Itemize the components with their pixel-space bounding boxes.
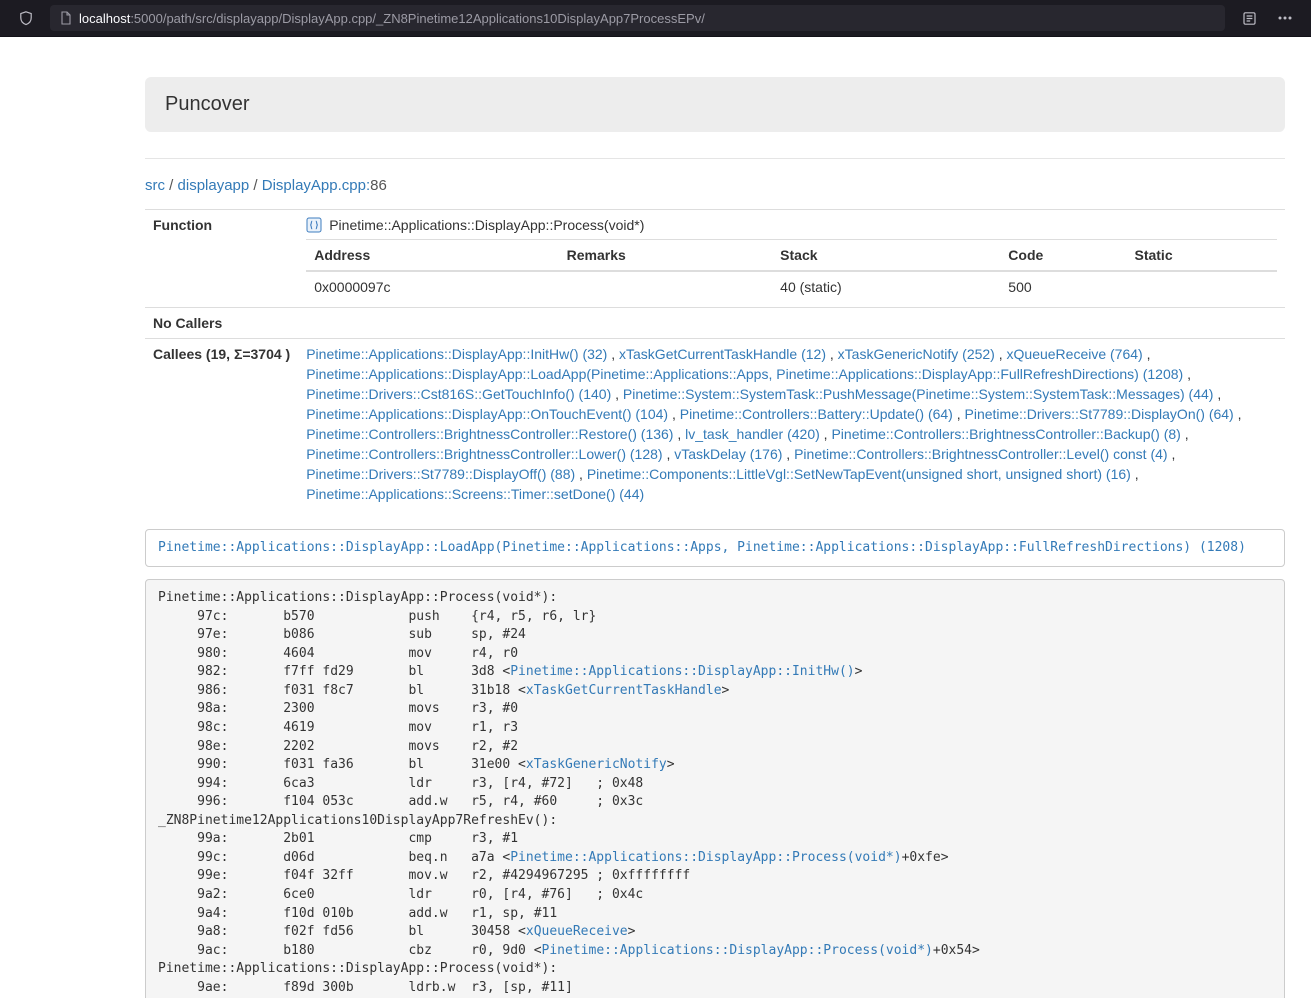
- symbol-link[interactable]: xQueueReceive: [526, 924, 628, 939]
- callee-link[interactable]: Pinetime::Applications::DisplayApp::OnTo…: [306, 406, 668, 422]
- reader-mode-icon[interactable]: [1237, 6, 1261, 30]
- callee-link[interactable]: Pinetime::Controllers::BrightnessControl…: [794, 446, 1167, 462]
- function-cell: Pinetime::Applications::DisplayApp::Proc…: [298, 210, 1285, 308]
- highlight-box: Pinetime::Applications::DisplayApp::Load…: [145, 529, 1285, 567]
- symbol-table: Function Pinetime::Applications::Display…: [145, 209, 1285, 509]
- function-name-line: Pinetime::Applications::DisplayApp::Proc…: [306, 215, 1277, 235]
- stats-value-row: 0x0000097c 40 (static)500: [306, 271, 1277, 302]
- stats-header-row: AddressRemarksStackCodeStatic: [306, 240, 1277, 272]
- callees-row: Callees (19, Σ=3704 ) Pinetime::Applicat…: [145, 339, 1285, 510]
- callee-link[interactable]: xTaskGetCurrentTaskHandle (12): [619, 346, 826, 362]
- callee-link[interactable]: Pinetime::Drivers::St7789::DisplayOn() (…: [965, 406, 1234, 422]
- no-callers-row: No Callers: [145, 308, 1285, 339]
- breadcrumb-link[interactable]: displayapp: [178, 177, 250, 194]
- app-header: Puncover: [145, 77, 1285, 132]
- callee-link[interactable]: xQueueReceive (764): [1007, 346, 1143, 362]
- function-icon: [306, 217, 322, 233]
- breadcrumb-link[interactable]: DisplayApp.cpp:: [262, 177, 370, 194]
- callee-link[interactable]: Pinetime::System::SystemTask::PushMessag…: [623, 386, 1214, 402]
- callee-link[interactable]: Pinetime::Controllers::BrightnessControl…: [831, 426, 1180, 442]
- no-callers-cell: [298, 308, 1285, 339]
- stats-header: Code: [1000, 240, 1126, 272]
- symbol-link[interactable]: Pinetime::Applications::DisplayApp::Init…: [510, 664, 854, 679]
- stats-value: [559, 271, 773, 302]
- url-text: localhost:5000/path/src/displayapp/Displ…: [79, 11, 705, 26]
- highlight-link[interactable]: Pinetime::Applications::DisplayApp::Load…: [158, 540, 1246, 555]
- url-bar[interactable]: localhost:5000/path/src/displayapp/Displ…: [50, 5, 1225, 31]
- callee-link[interactable]: Pinetime::Drivers::St7789::DisplayOff() …: [306, 466, 575, 482]
- stats-header: Remarks: [559, 240, 773, 272]
- page-title: Puncover: [165, 93, 250, 115]
- url-host: localhost: [79, 11, 130, 26]
- callee-link[interactable]: Pinetime::Components::LittleVgl::SetNewT…: [587, 466, 1131, 482]
- callee-link[interactable]: lv_task_handler (420): [685, 426, 820, 442]
- callee-link[interactable]: Pinetime::Applications::DisplayApp::Load…: [306, 366, 1183, 382]
- function-row: Function Pinetime::Applications::Display…: [145, 210, 1285, 308]
- stats-header: Address: [306, 240, 558, 272]
- disassembly: Pinetime::Applications::DisplayApp::Proc…: [145, 579, 1285, 998]
- breadcrumb-link[interactable]: src: [145, 177, 165, 194]
- symbol-link[interactable]: xTaskGenericNotify: [526, 757, 667, 772]
- stats-table: AddressRemarksStackCodeStatic 0x0000097c…: [306, 239, 1277, 302]
- callee-link[interactable]: Pinetime::Applications::Screens::Timer::…: [306, 486, 644, 502]
- symbol-link[interactable]: Pinetime::Applications::DisplayApp::Proc…: [542, 943, 933, 958]
- callee-link[interactable]: vTaskDelay (176): [674, 446, 782, 462]
- symbol-link[interactable]: xTaskGetCurrentTaskHandle: [526, 683, 722, 698]
- callee-link[interactable]: xTaskGenericNotify (252): [838, 346, 995, 362]
- callee-link[interactable]: Pinetime::Controllers::BrightnessControl…: [306, 446, 662, 462]
- menu-icon[interactable]: [1273, 6, 1297, 30]
- divider: [145, 158, 1285, 159]
- function-label: Function: [145, 210, 298, 308]
- callee-link[interactable]: Pinetime::Controllers::BrightnessControl…: [306, 426, 673, 442]
- stats-header: Stack: [772, 240, 1000, 272]
- callee-link[interactable]: Pinetime::Controllers::Battery::Update()…: [680, 406, 953, 422]
- symbol-link[interactable]: Pinetime::Applications::DisplayApp::Proc…: [510, 850, 901, 865]
- function-name: Pinetime::Applications::DisplayApp::Proc…: [329, 215, 644, 235]
- stats-header: Static: [1126, 240, 1277, 272]
- stats-value: [1126, 271, 1277, 302]
- url-path: :5000/path/src/displayapp/DisplayApp.cpp…: [130, 11, 705, 26]
- main-content: Puncover src / displayapp / DisplayApp.c…: [145, 77, 1285, 998]
- shield-icon[interactable]: [14, 6, 38, 30]
- page-icon: [60, 11, 72, 25]
- no-callers-label: No Callers: [145, 308, 298, 339]
- callees-cell: Pinetime::Applications::DisplayApp::Init…: [298, 339, 1285, 510]
- stats-value: 500: [1000, 271, 1126, 302]
- callees-label: Callees (19, Σ=3704 ): [145, 339, 298, 510]
- stats-value: 0x0000097c: [306, 271, 558, 302]
- callee-link[interactable]: Pinetime::Drivers::Cst816S::GetTouchInfo…: [306, 386, 611, 402]
- stats-value: 40 (static): [772, 271, 1000, 302]
- callee-link[interactable]: Pinetime::Applications::DisplayApp::Init…: [306, 346, 607, 362]
- breadcrumb: src / displayapp / DisplayApp.cpp:86: [145, 175, 1285, 196]
- browser-toolbar: localhost:5000/path/src/displayapp/Displ…: [0, 0, 1311, 37]
